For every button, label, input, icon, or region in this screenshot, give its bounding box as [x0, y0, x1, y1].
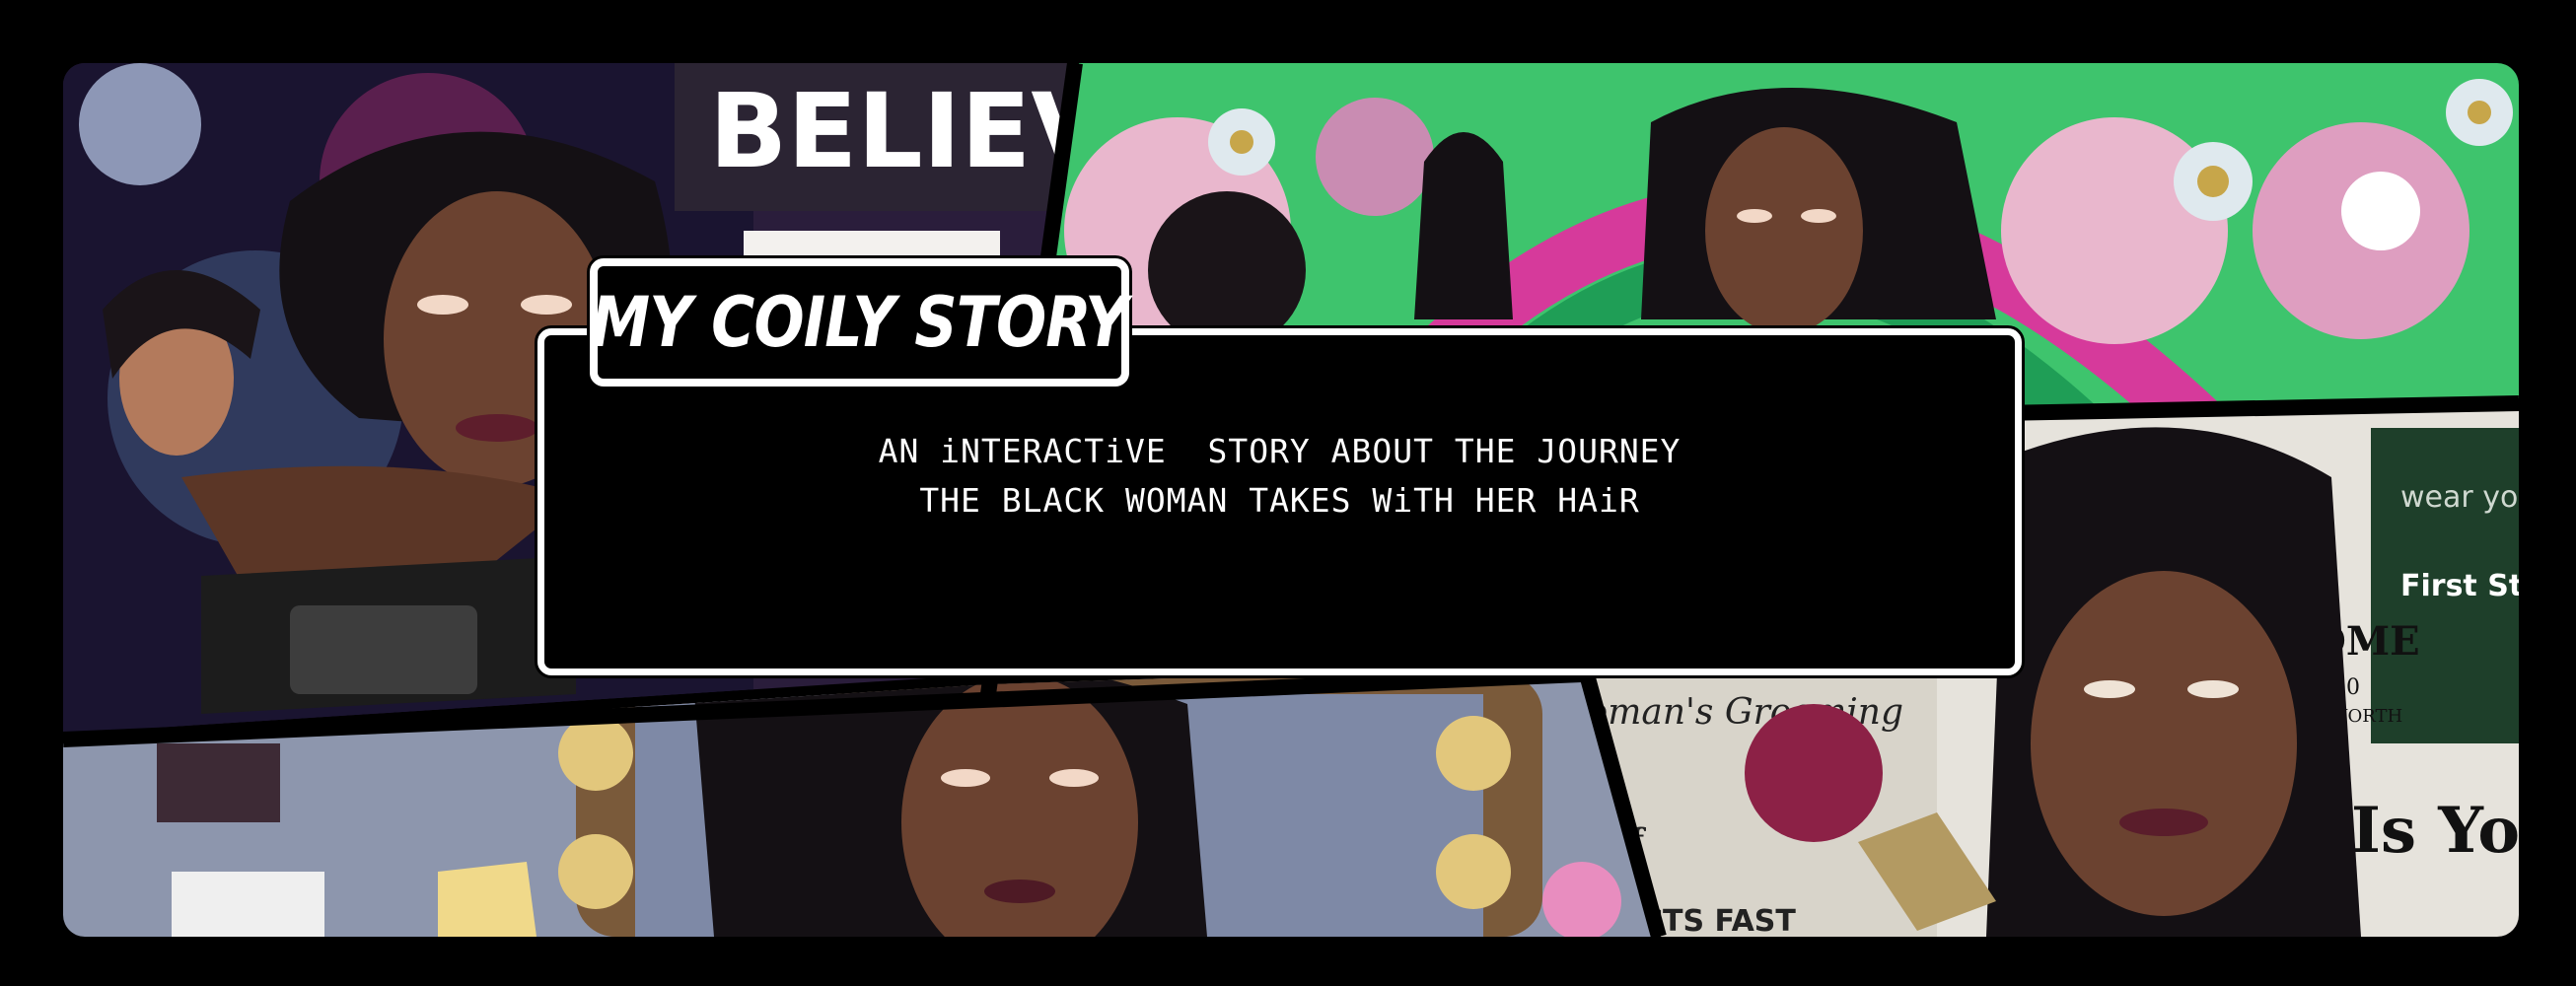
story-subtitle: AN iNTERACTiVE STORY ABOUT THE JOURNEY T…: [537, 427, 2022, 526]
subtitle-line-2: THE BLACK WOMAN TAKES WiTH HER HAiR: [919, 481, 1640, 520]
story-title: MY COILY STORY: [591, 282, 1129, 363]
subtitle-line-1: AN iNTERACTiVE STORY ABOUT THE JOURNEY: [878, 432, 1682, 470]
title-tab: MY COILY STORY: [590, 258, 1129, 387]
